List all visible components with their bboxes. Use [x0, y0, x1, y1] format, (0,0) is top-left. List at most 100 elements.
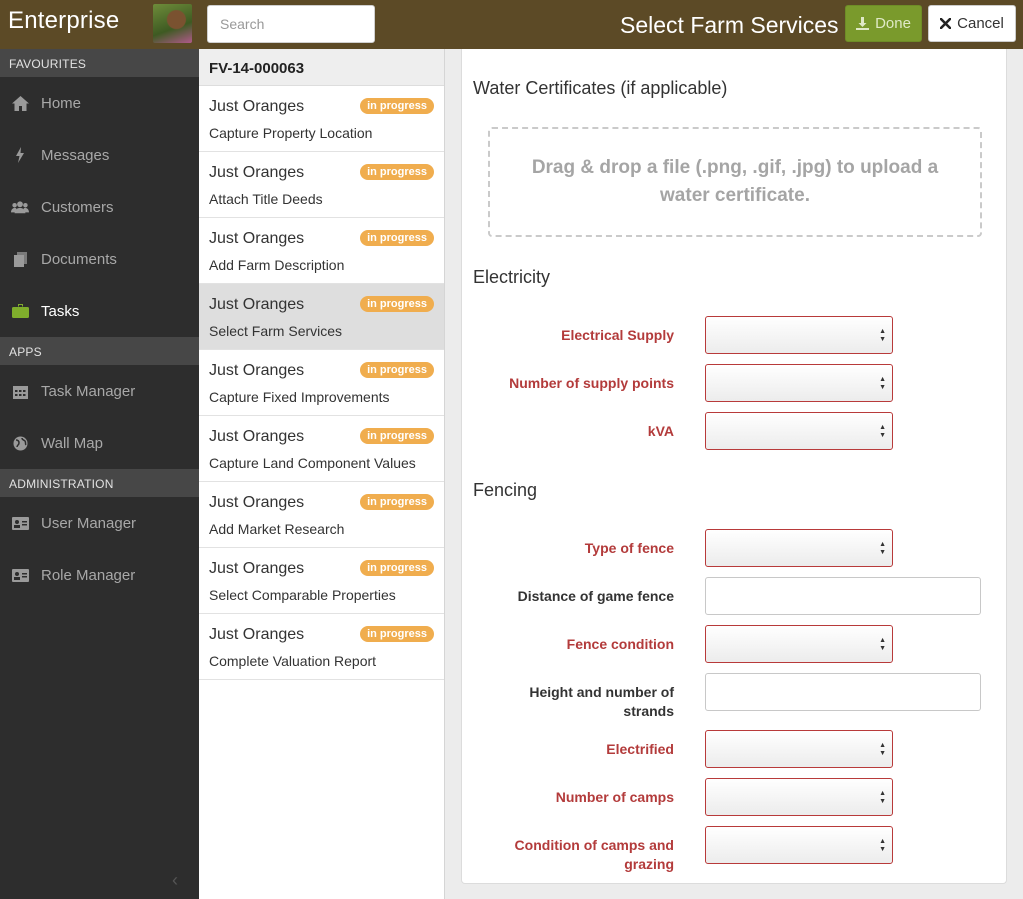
- briefcase-icon: [11, 303, 29, 319]
- sidebar-item-wall-map[interactable]: Wall Map: [0, 417, 199, 469]
- sidebar-item-label: Tasks: [41, 302, 80, 320]
- search-input[interactable]: [207, 5, 375, 43]
- sidebar: FAVOURITES Home Messages Customers Docum…: [0, 49, 199, 899]
- task-item[interactable]: Just Oranges in progress Add Market Rese…: [199, 482, 444, 548]
- status-badge: in progress: [360, 98, 434, 114]
- supply-points-label: Number of supply points: [509, 375, 674, 391]
- sidebar-item-label: Documents: [41, 250, 117, 268]
- task-item[interactable]: Just Oranges in progress Add Farm Descri…: [199, 218, 444, 284]
- sidebar-item-documents[interactable]: Documents: [0, 233, 199, 285]
- grazing-label: Condition of camps and grazing: [514, 837, 674, 872]
- task-step: Add Market Research: [209, 521, 345, 537]
- task-item[interactable]: Just Oranges in progress Capture Land Co…: [199, 416, 444, 482]
- avatar[interactable]: [153, 4, 192, 43]
- task-item[interactable]: Just Oranges in progress Attach Title De…: [199, 152, 444, 218]
- strands-input[interactable]: [705, 673, 981, 711]
- strands-label: Height and number of strands: [529, 684, 674, 719]
- fence-condition-select[interactable]: ▲ ▼: [705, 625, 893, 663]
- task-step: Attach Title Deeds: [209, 191, 323, 207]
- sidebar-item-customers[interactable]: Customers: [0, 181, 199, 233]
- select-arrows-icon: ▲ ▼: [879, 637, 886, 652]
- users-icon: [11, 199, 29, 215]
- select-arrows-icon: ▲ ▼: [879, 376, 886, 391]
- sidebar-item-task-manager[interactable]: Task Manager: [0, 365, 199, 417]
- fencing-heading: Fencing: [473, 480, 538, 500]
- select-arrows-icon: ▲ ▼: [879, 742, 886, 757]
- game-fence-distance-input[interactable]: [705, 577, 981, 615]
- select-arrows-icon: ▲ ▼: [879, 424, 886, 439]
- task-item[interactable]: Just Oranges in progress Select Comparab…: [199, 548, 444, 614]
- game-fence-distance-label: Distance of game fence: [517, 588, 674, 604]
- task-item[interactable]: Just Oranges in progress Capture Fixed I…: [199, 350, 444, 416]
- section-apps: APPS: [0, 337, 199, 365]
- globe-icon: [11, 435, 29, 451]
- section-favourites: FAVOURITES: [0, 49, 199, 77]
- task-item[interactable]: Just Oranges in progress Complete Valuat…: [199, 614, 444, 680]
- section-administration: ADMINISTRATION: [0, 469, 199, 497]
- status-badge: in progress: [360, 296, 434, 312]
- electrified-label: Electrified: [606, 741, 674, 757]
- task-list-header: FV-14-000063: [199, 49, 444, 86]
- sidebar-item-label: Task Manager: [41, 382, 136, 400]
- sidebar-item-messages[interactable]: Messages: [0, 129, 199, 181]
- sidebar-item-home[interactable]: Home: [0, 77, 199, 129]
- electricity-heading: Electricity: [473, 267, 551, 287]
- document-icon: [11, 251, 29, 267]
- home-icon: [11, 95, 29, 111]
- task-item[interactable]: Just Oranges in progress Capture Propert…: [199, 86, 444, 152]
- status-badge: in progress: [360, 164, 434, 180]
- electrical-supply-label: Electrical Supply: [561, 327, 674, 343]
- sidebar-item-label: Customers: [41, 198, 114, 216]
- cancel-label: Cancel: [957, 15, 1004, 32]
- done-label: Done: [875, 15, 911, 32]
- sidebar-item-user-manager[interactable]: User Manager: [0, 497, 199, 549]
- sidebar-item-tasks[interactable]: Tasks: [0, 285, 199, 337]
- task-step: Complete Valuation Report: [209, 653, 377, 669]
- id-card-icon: [11, 567, 29, 583]
- sidebar-item-label: Wall Map: [41, 434, 103, 452]
- cancel-button[interactable]: Cancel: [928, 5, 1016, 42]
- electrified-select[interactable]: ▲ ▼: [705, 730, 893, 768]
- electrical-supply-select[interactable]: ▲ ▼: [705, 316, 893, 354]
- grazing-select[interactable]: ▲ ▼: [705, 826, 893, 864]
- top-bar: Enterprise Select Farm Services Done Can…: [0, 0, 1023, 49]
- done-button[interactable]: Done: [845, 5, 922, 42]
- fence-type-select[interactable]: ▲ ▼: [705, 529, 893, 567]
- status-badge: in progress: [360, 626, 434, 642]
- bolt-icon: [11, 147, 29, 163]
- task-step: Capture Land Component Values: [209, 455, 416, 471]
- supply-points-select[interactable]: ▲ ▼: [705, 364, 893, 402]
- kva-select[interactable]: ▲ ▼: [705, 412, 893, 450]
- sidebar-item-label: Messages: [41, 146, 110, 164]
- camps-label: Number of camps: [555, 789, 674, 805]
- brand-title: Enterprise: [8, 7, 120, 34]
- select-arrows-icon: ▲ ▼: [879, 838, 886, 853]
- camps-select[interactable]: ▲ ▼: [705, 778, 893, 816]
- kva-label: kVA: [647, 423, 674, 439]
- select-arrows-icon: ▲ ▼: [879, 328, 886, 343]
- task-step: Select Comparable Properties: [209, 587, 396, 603]
- water-certificate-dropzone[interactable]: Drag & drop a file (.png, .gif, .jpg) to…: [488, 127, 982, 237]
- select-arrows-icon: ▲ ▼: [879, 790, 886, 805]
- select-arrows-icon: ▲ ▼: [879, 541, 886, 556]
- task-step: Select Farm Services: [209, 323, 343, 339]
- page-title: Select Farm Services: [620, 12, 839, 38]
- task-step: Capture Property Location: [209, 125, 373, 141]
- farm-services-form: Water Certificates (if applicable) Drag …: [461, 49, 1007, 884]
- content-scrollbar[interactable]: [1012, 49, 1020, 899]
- id-card-icon: [11, 515, 29, 531]
- collapse-sidebar-icon[interactable]: ‹: [172, 870, 178, 891]
- task-step: Capture Fixed Improvements: [209, 389, 390, 405]
- calendar-icon: [11, 383, 29, 399]
- task-item-selected[interactable]: Just Oranges in progress Select Farm Ser…: [199, 284, 444, 350]
- water-certificates-heading: Water Certificates (if applicable): [473, 78, 728, 98]
- download-icon: [856, 17, 870, 30]
- status-badge: in progress: [360, 230, 434, 246]
- task-list: FV-14-000063 Just Oranges in progress Ca…: [199, 49, 445, 899]
- status-badge: in progress: [360, 560, 434, 576]
- sidebar-item-label: Role Manager: [41, 566, 136, 584]
- sidebar-item-label: User Manager: [41, 514, 137, 532]
- sidebar-item-role-manager[interactable]: Role Manager: [0, 549, 199, 601]
- status-badge: in progress: [360, 362, 434, 378]
- sidebar-item-label: Home: [41, 94, 82, 112]
